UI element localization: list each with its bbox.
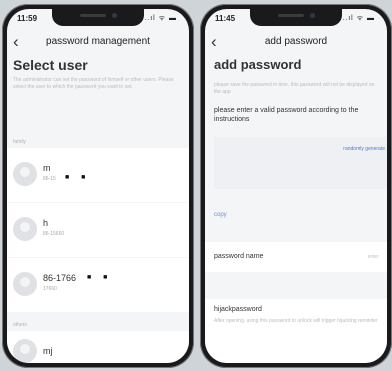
password-name-row[interactable]: password name enter [205, 242, 387, 272]
password-name-input[interactable]: enter [368, 254, 379, 260]
user-phone: 86-15660 [43, 231, 65, 237]
family-section-label: family [13, 139, 27, 145]
page-title: password management [46, 36, 150, 47]
user-phone: 86-15 [43, 176, 56, 182]
instruction-text: please enter a valid password according … [214, 107, 359, 123]
user-name: 86-1766 [43, 273, 77, 283]
avatar-icon [13, 339, 37, 363]
password-name-label: password name [214, 253, 264, 260]
avatar-icon [13, 217, 37, 241]
hijack-password-description: After opening, using this password to un… [214, 318, 378, 324]
page-title: add password [264, 36, 328, 47]
avatar-icon [13, 162, 37, 186]
random-generate-button[interactable]: randomly generate [343, 146, 385, 152]
signal-battery-icon: ..ıl ᯤ ▬ [144, 15, 177, 22]
password-management-screen: 11:59 ..ıl ᯤ ▬ ‹ password management Sel… [7, 9, 189, 363]
user-name: mj [43, 346, 53, 356]
others-section-label: others [13, 322, 27, 328]
admin-notice: The administrator can set the password o… [13, 77, 174, 90]
status-bar: 11:45 ..ıl ᯤ ▬ [205, 13, 387, 27]
hijack-password-label: hijackpassword [214, 306, 262, 313]
user-row[interactable]: 86-1766 17660 ■ ■ [7, 258, 189, 312]
redaction-marks: ■ ■ [65, 174, 91, 181]
save-hint: please save the password in time, this p… [214, 82, 375, 95]
user-row[interactable]: h 86-15660 [7, 203, 189, 257]
avatar-icon [13, 272, 37, 296]
status-time: 11:59 [17, 14, 38, 23]
nav-bar: ‹ password management [7, 31, 189, 55]
user-row[interactable]: mj [7, 331, 189, 363]
redaction-marks: ■ ■ [87, 274, 113, 281]
copy-link[interactable]: copy [214, 212, 227, 218]
left-phone-frame: 11:59 ..ıl ᯤ ▬ ‹ password management Sel… [2, 4, 194, 368]
select-user-heading: Select user [13, 57, 88, 73]
nav-bar: ‹ add password [205, 31, 387, 55]
user-name: h [43, 218, 49, 228]
status-bar: 11:59 ..ıl ᯤ ▬ [7, 13, 189, 27]
user-name: m [43, 163, 51, 173]
right-phone-frame: 11:45 ..ıl ᯤ ▬ ‹ add password add passwo… [200, 4, 392, 368]
password-input[interactable]: randomly generate [214, 137, 387, 189]
status-time: 11:45 [215, 14, 236, 23]
user-phone: 17660 [43, 286, 57, 292]
hijack-password-row[interactable]: hijackpassword After opening, using this… [205, 299, 387, 363]
add-password-heading: add password [214, 57, 302, 72]
add-password-screen: 11:45 ..ıl ᯤ ▬ ‹ add password add passwo… [205, 9, 387, 363]
user-row[interactable]: m 86-15 ■ ■ [7, 148, 189, 202]
signal-battery-icon: ..ıl ᯤ ▬ [342, 15, 375, 22]
